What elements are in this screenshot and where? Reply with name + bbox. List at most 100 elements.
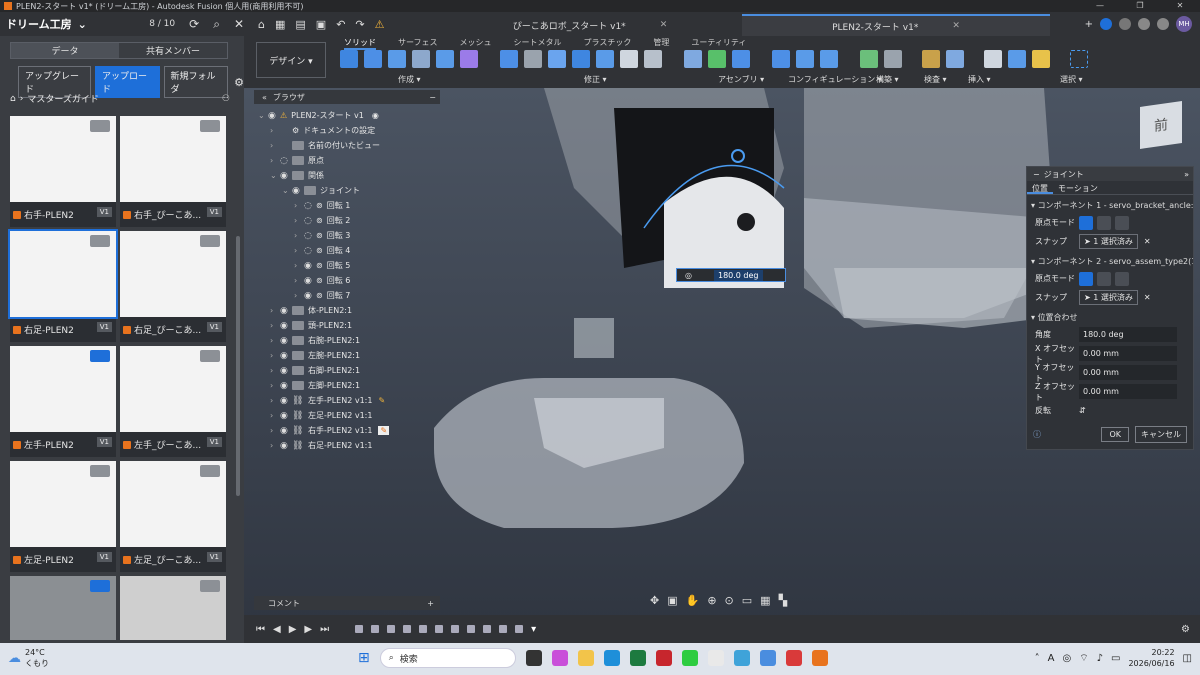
origin-mode-between-button[interactable]	[1097, 215, 1111, 230]
tab-plastic[interactable]: プラスチック	[584, 37, 632, 50]
expand-icon[interactable]: ›	[270, 366, 280, 375]
home-icon[interactable]: ⌂	[258, 18, 265, 31]
group-insert[interactable]: 挿入 ▾	[968, 74, 991, 85]
tree-item[interactable]: › ◉ ⛓ 右足-PLEN2 v1:1	[258, 438, 458, 453]
eye-icon[interactable]: ◉	[280, 441, 292, 451]
gear-icon[interactable]: ⚙	[1181, 624, 1190, 635]
expand-icon[interactable]: ›	[294, 231, 304, 240]
info-icon[interactable]: ⓘ	[1033, 429, 1041, 440]
eye-icon[interactable]: ◉	[280, 321, 292, 331]
y-offset-field[interactable]: 0.00 mm	[1079, 365, 1177, 380]
weather-widget[interactable]: ☁ 24°C くもり	[8, 647, 49, 669]
tree-item[interactable]: › ◉ ⛓ 左手-PLEN2 v1:1 ✎	[258, 393, 458, 408]
flip-icon[interactable]: ⇵	[1079, 406, 1086, 415]
version-badge[interactable]: V1	[96, 207, 112, 217]
step-back-icon[interactable]: ◀	[273, 624, 281, 635]
version-badge[interactable]: V1	[96, 322, 112, 332]
tab-shared-members[interactable]: 共有メンバー	[119, 43, 227, 58]
notifications-icon[interactable]	[1138, 18, 1150, 30]
move-icon[interactable]	[620, 50, 638, 68]
breadcrumb-folder[interactable]: マスターズガイド	[27, 92, 99, 105]
create-form-icon[interactable]	[460, 50, 478, 68]
configure-icon[interactable]	[772, 50, 790, 68]
battery-icon[interactable]: ▭	[1111, 653, 1120, 664]
timeline-feature-icon[interactable]	[435, 625, 444, 633]
edge-icon[interactable]	[603, 650, 620, 666]
expand-icon[interactable]: ›	[294, 291, 304, 300]
display-settings-icon[interactable]: ▭	[742, 594, 752, 607]
expand-icon[interactable]: ›	[294, 201, 304, 210]
snap-selection[interactable]: ➤ 1 選択済み	[1079, 290, 1138, 305]
insert-image-icon[interactable]	[1008, 50, 1026, 68]
ok-button[interactable]: OK	[1101, 427, 1129, 442]
file-explorer-icon[interactable]	[577, 650, 594, 666]
ime-icon[interactable]: ◎	[1062, 653, 1071, 664]
expand-icon[interactable]: ›	[270, 126, 280, 135]
file-card[interactable]	[10, 576, 116, 640]
fillet-icon[interactable]	[524, 50, 542, 68]
group-construct[interactable]: 構築 ▾	[876, 74, 899, 85]
tree-item[interactable]: › ◌ ⊚ 回転 1	[258, 198, 458, 213]
zoom-icon[interactable]: ⊕	[707, 594, 716, 607]
start-icon[interactable]: ⊞	[358, 650, 370, 666]
hole-icon[interactable]	[412, 50, 430, 68]
close-window-button[interactable]: ✕	[1160, 0, 1200, 12]
eye-icon[interactable]: ◉	[268, 111, 280, 121]
chevron-up-icon[interactable]: ˄	[1035, 653, 1040, 664]
workspace-switcher[interactable]: デザイン ▾	[256, 42, 326, 78]
tree-item[interactable]: › ◌ ⊚ 回転 3	[258, 228, 458, 243]
version-badge[interactable]: V1	[96, 437, 112, 447]
insert-derive-icon[interactable]	[984, 50, 1002, 68]
tab-manage[interactable]: 管理	[653, 37, 669, 50]
tree-item[interactable]: › ◉ 左腕-PLEN2:1	[258, 348, 458, 363]
eye-icon[interactable]: ◌	[304, 246, 316, 256]
expand-icon[interactable]: ⌄	[270, 171, 280, 180]
tree-item[interactable]: › ◉ ⛓ 右手-PLEN2 v1:1 ✎	[258, 423, 458, 438]
expand-icon[interactable]: ›	[270, 321, 280, 330]
edit-pencil-icon[interactable]: ✎	[378, 396, 385, 405]
redo-icon[interactable]: ↷	[355, 18, 364, 31]
combine-icon[interactable]	[572, 50, 590, 68]
viewports-icon[interactable]: ▚	[779, 594, 787, 607]
grid-settings-icon[interactable]: ▦	[760, 594, 770, 607]
eye-icon[interactable]: ◉	[292, 186, 304, 196]
pattern-icon[interactable]	[436, 50, 454, 68]
cancel-button[interactable]: キャンセル	[1135, 426, 1187, 443]
eye-icon[interactable]: ◉	[304, 261, 316, 271]
go-to-start-icon[interactable]: ⏮	[256, 624, 265, 635]
expand-icon[interactable]: ›	[294, 246, 304, 255]
tab-utility[interactable]: ユーティリティ	[691, 37, 746, 50]
tree-item[interactable]: › ◉ ⊚ 回転 6	[258, 273, 458, 288]
config-table-icon[interactable]	[796, 50, 814, 68]
close-icon[interactable]: ✕	[234, 17, 244, 31]
clear-icon[interactable]: ✕	[1144, 237, 1151, 246]
team-name[interactable]: ドリーム工房	[6, 16, 72, 32]
as-built-joint-icon[interactable]	[732, 50, 750, 68]
look-at-icon[interactable]: ▣	[667, 594, 677, 607]
tree-item[interactable]: ⌄ ◉ ジョイント	[258, 183, 458, 198]
file-card[interactable]: 左足-PLEN2 V1	[10, 461, 116, 572]
timeline-marker[interactable]: ▾	[531, 624, 536, 635]
tree-item[interactable]: › ◉ 右腕-PLEN2:1	[258, 333, 458, 348]
eye-icon[interactable]: ◌	[304, 201, 316, 211]
tree-item[interactable]: › ⚙ ドキュメントの設定	[258, 123, 458, 138]
offset-face-icon[interactable]	[596, 50, 614, 68]
edit-pencil-icon[interactable]: ✎	[378, 426, 390, 435]
expand-icon[interactable]: ›	[270, 141, 280, 150]
angle-field[interactable]: 180.0 deg	[1079, 327, 1177, 342]
timeline-feature-icon[interactable]	[483, 625, 492, 633]
timeline-feature-icon[interactable]	[451, 625, 460, 633]
job-status-icon[interactable]	[1119, 18, 1131, 30]
expand-icon[interactable]: ›	[270, 441, 280, 450]
collapse-icon[interactable]: «	[262, 93, 267, 102]
eye-icon[interactable]: ◉	[280, 411, 292, 421]
refresh-icon[interactable]: ⟳	[189, 17, 199, 31]
comment-bar[interactable]: コメント +	[254, 596, 440, 610]
tree-item[interactable]: › ◌ ⊚ 回転 4	[258, 243, 458, 258]
timeline-feature-icon[interactable]	[499, 625, 508, 633]
version-badge[interactable]: V1	[206, 437, 222, 447]
help-icon[interactable]	[1157, 18, 1169, 30]
close-tab-icon[interactable]: ✕	[660, 20, 668, 30]
alignment-header[interactable]: ▾ 位置合わせ	[1027, 307, 1193, 325]
origin-mode-simple-button[interactable]	[1079, 271, 1093, 286]
